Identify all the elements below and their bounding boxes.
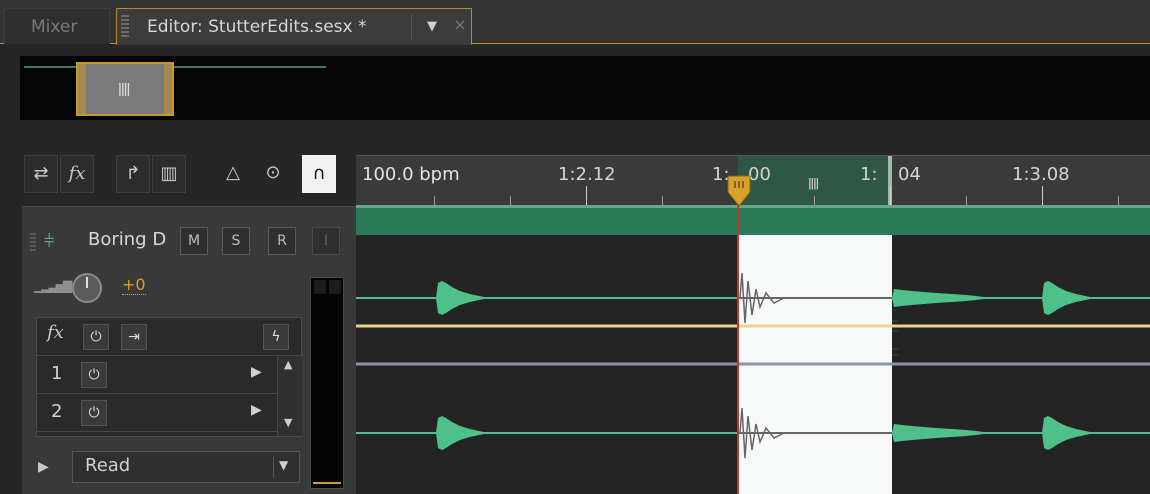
effect-slot[interactable]: 1 ⏻ ▶: [37, 356, 301, 394]
slot-power-icon[interactable]: ⏻: [81, 362, 107, 388]
level-meter: [310, 277, 344, 489]
mute-label: M: [187, 233, 201, 249]
slot-power-icon[interactable]: ⏻: [81, 400, 107, 426]
volume-value[interactable]: +0: [122, 275, 146, 295]
effect-slot[interactable]: 2 ⏻ ▶: [37, 394, 301, 432]
waveform-transient: [1042, 281, 1096, 315]
multitrack-editor-window: Mixer Editor: StutterEdits.sesx * ▼ × ǀǀ…: [0, 0, 1150, 494]
playhead-marker-icon[interactable]: [727, 175, 751, 207]
playhead-handle[interactable]: [725, 174, 755, 210]
ruler-tick: [890, 186, 891, 206]
waveform-stutter: [892, 289, 992, 307]
waveform-transient: [1042, 416, 1096, 450]
grip-icon: ǀǀǀǀ: [118, 82, 130, 97]
input-monitor-icon[interactable]: ⊙: [256, 155, 290, 193]
meter-baseline: [313, 482, 341, 484]
tab-mixer-label: Mixer: [31, 17, 78, 37]
zoom-handle-left-edge[interactable]: [78, 64, 86, 114]
track-grip-icon[interactable]: [30, 233, 36, 253]
tab-mixer[interactable]: Mixer: [4, 8, 110, 44]
ruler-tick-label-suffix: 04: [898, 164, 921, 185]
ruler-tick: [586, 186, 587, 206]
tab-editor-label: Editor: StutterEdits.sesx *: [147, 17, 367, 37]
zoom-handle-right-edge[interactable]: [164, 64, 172, 114]
mute-button[interactable]: M: [180, 227, 208, 255]
overview-zoom-handle[interactable]: ǀǀǀǀ: [76, 62, 174, 116]
waveform-transient: [436, 416, 490, 450]
pre-post-fader-icon[interactable]: ⇥: [121, 324, 147, 350]
waveform-transient: [436, 281, 490, 315]
automation-mode-select[interactable]: Read ▼: [72, 451, 300, 483]
swap-arrows-icon[interactable]: ⇄: [24, 155, 58, 193]
chevron-down-icon[interactable]: ▼: [279, 458, 288, 472]
volume-icon: ▁▂▃▅▇: [34, 279, 72, 293]
scroll-up-icon[interactable]: ▲: [284, 358, 292, 371]
waveform-canvas: [356, 205, 1150, 494]
ruler-tick: [1042, 186, 1043, 206]
select-separator: [273, 456, 274, 478]
tempo-label: 100.0 bpm: [362, 164, 460, 185]
ruler-tick-label-prefix: 1:: [860, 164, 878, 185]
record-arm-label: R: [277, 233, 287, 249]
eq-icon[interactable]: ▥: [152, 155, 186, 193]
scroll-down-icon[interactable]: ▼: [284, 416, 292, 429]
slot-expand-icon[interactable]: ▶: [251, 402, 262, 418]
rack-scrollbar[interactable]: ▲ ▼: [277, 356, 302, 436]
automation-mode-value: Read: [85, 455, 131, 476]
input-monitor-label: I: [323, 233, 329, 249]
tab-editor[interactable]: Editor: StutterEdits.sesx * ▼ ×: [116, 8, 472, 45]
rack-power-icon[interactable]: ⏻: [83, 324, 109, 350]
record-arm-button[interactable]: R: [268, 227, 296, 255]
tab-grip-icon[interactable]: [121, 15, 129, 37]
session-overview[interactable]: ǀǀǀǀ: [20, 56, 1150, 120]
tab-separator: [411, 14, 412, 40]
fx-label: fx: [47, 322, 64, 343]
track-clip-area[interactable]: [356, 205, 1150, 494]
solo-label: S: [231, 233, 241, 249]
tab-menu-dropdown-icon[interactable]: ▼: [415, 9, 449, 45]
ruler-tick-label: 1:3.08: [1012, 164, 1070, 185]
solo-button[interactable]: S: [222, 227, 250, 255]
automation-expand-icon[interactable]: ▶: [38, 459, 49, 475]
waveform-stutter: [892, 424, 992, 442]
volume-knob[interactable]: [72, 273, 102, 303]
overview-track-line: [24, 66, 326, 68]
meter-peak-right[interactable]: [329, 280, 341, 294]
lightning-icon[interactable]: ϟ: [263, 324, 289, 350]
track-header: ⫩ Boring D M S R I ▁▂▃▅▇ +0 fx ⏻ ⇥ ϟ 1 ⏻…: [22, 206, 356, 494]
audio-track-icon: ⫩: [44, 231, 55, 252]
fx-icon[interactable]: fx: [60, 155, 94, 193]
effects-rack-header: fx ⏻ ⇥ ϟ: [37, 318, 301, 356]
slot-expand-icon[interactable]: ▶: [251, 364, 262, 380]
panel-tab-bar: Mixer Editor: StutterEdits.sesx * ▼ ×: [0, 0, 1150, 45]
meter-peak-left[interactable]: [314, 280, 326, 294]
slot-number: 1: [51, 363, 63, 384]
effects-rack: fx ⏻ ⇥ ϟ 1 ⏻ ▶ 2 ⏻ ▶ ▲ ▼: [36, 317, 302, 437]
fx-button-label: fx: [68, 163, 86, 184]
sends-icon[interactable]: ↱: [116, 155, 150, 193]
metronome-icon[interactable]: △: [216, 155, 250, 193]
slot-number: 2: [51, 401, 63, 422]
magnet-snap-icon[interactable]: ∩: [302, 155, 336, 193]
track-controls-toolbar: ⇄ fx ↱ ▥ △ ⊙ ∩: [20, 155, 356, 197]
input-monitor-button[interactable]: I: [312, 227, 340, 255]
tab-close-icon[interactable]: ×: [451, 7, 469, 43]
grip-icon: ǀǀǀǀ: [808, 176, 819, 190]
ruler-tick-label: 1:2.12: [558, 164, 616, 185]
track-name[interactable]: Boring D: [88, 229, 170, 250]
